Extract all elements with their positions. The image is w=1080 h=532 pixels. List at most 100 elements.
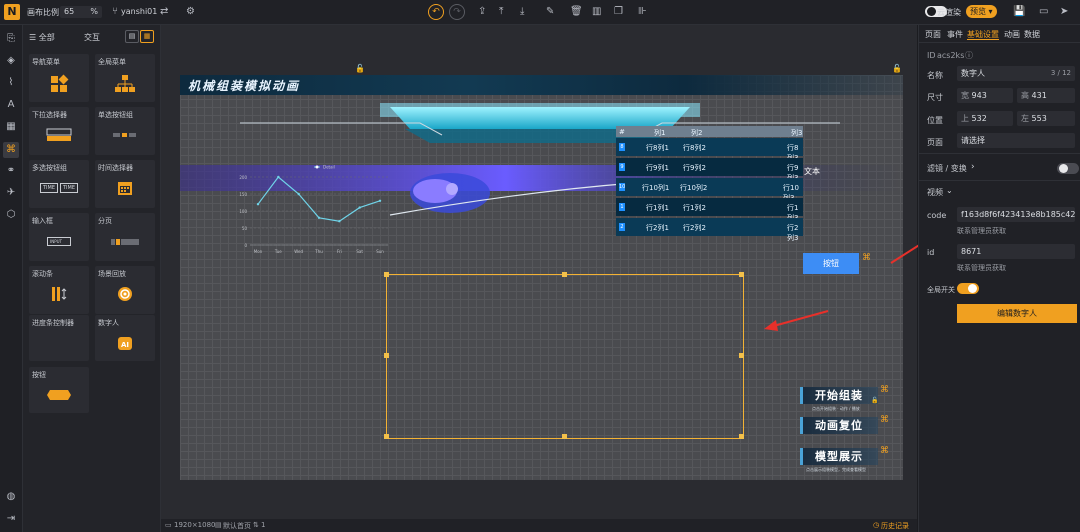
- table-row[interactable]: 1 行1列1 行1列2 行1列3: [616, 198, 803, 222]
- user-name[interactable]: yanshi01: [121, 7, 157, 16]
- code-input[interactable]: f163d8f6f423413e8b185c42: [957, 207, 1075, 222]
- brush-icon[interactable]: ✎: [546, 6, 554, 17]
- filter-all-tab[interactable]: ☰ 全部: [29, 32, 55, 43]
- top-input[interactable]: 上 532: [957, 111, 1013, 126]
- trash-icon[interactable]: ▥: [592, 6, 601, 17]
- rail-pages-icon[interactable]: ⎘: [5, 33, 17, 45]
- resize-handle[interactable]: [562, 434, 567, 439]
- tab-page[interactable]: 页面: [925, 29, 941, 40]
- width-input[interactable]: 宽 943: [957, 88, 1013, 103]
- table-row[interactable]: 8 行8列1 行8列2 行8列3: [616, 138, 803, 162]
- component-radio-group[interactable]: 单选按钮组: [95, 107, 155, 155]
- lock-icon[interactable]: 🔓: [892, 64, 902, 73]
- rail-layers-icon[interactable]: ◈: [5, 55, 17, 67]
- tab-interact[interactable]: 交互: [84, 32, 100, 43]
- data-point: [317, 216, 321, 219]
- upload-icon[interactable]: ⇪: [478, 6, 486, 17]
- line-chart[interactable]: 0 50 100 150 200 Mon Tue Wed Thu Fri Sat Sun Detail: [228, 163, 398, 263]
- component-global-menu[interactable]: 全局菜单: [95, 54, 155, 102]
- monitor-icon[interactable]: ▭: [1039, 6, 1048, 17]
- video-id-hint: 联系管理员获取: [957, 264, 1006, 272]
- component-digital-human[interactable]: 数字人 AI: [95, 315, 155, 361]
- header-col2: 列2: [691, 129, 703, 137]
- align-top-icon[interactable]: ⤒: [499, 6, 503, 17]
- filter-toggle[interactable]: [1057, 163, 1079, 174]
- rail-cube-icon[interactable]: ⬡: [5, 209, 17, 221]
- resize-handle[interactable]: [384, 272, 389, 277]
- component-input[interactable]: 输入框 INPUT: [29, 213, 89, 261]
- name-input[interactable]: 数字人 3 / 12: [957, 66, 1075, 81]
- page-select[interactable]: 请选择: [957, 133, 1075, 148]
- rail-plane-icon[interactable]: ✈: [5, 187, 17, 199]
- resize-handle[interactable]: [739, 434, 744, 439]
- copy-icon[interactable]: ❐: [614, 6, 623, 17]
- global-switch-toggle[interactable]: [957, 283, 979, 294]
- data-table[interactable]: # 列1 列2 列3 8 行8列1 行8列2 行8列3 9 行9列1 行9列2 …: [616, 126, 803, 242]
- rail-interact-icon[interactable]: ⌘: [3, 142, 19, 158]
- chevron-down-icon[interactable]: ⌄: [946, 186, 953, 195]
- component-pagination[interactable]: 分页: [95, 213, 155, 261]
- send-icon[interactable]: ➤: [1060, 6, 1068, 17]
- page-name[interactable]: 默认首页: [223, 521, 251, 531]
- swap-icon[interactable]: ⇄: [160, 6, 168, 17]
- component-checkbox-group[interactable]: 多选按钮组 TIME TIME: [29, 160, 89, 208]
- start-assembly-button[interactable]: 开始组装: [800, 387, 878, 404]
- edit-digital-human-button[interactable]: 编辑数字人: [957, 304, 1077, 323]
- chevron-right-icon[interactable]: ›: [971, 162, 975, 172]
- component-button[interactable]: 按钮: [29, 367, 89, 413]
- redo-icon[interactable]: ↷: [449, 4, 465, 20]
- component-dropdown[interactable]: 下拉选择器: [29, 107, 89, 155]
- scale-value: 65: [64, 7, 75, 16]
- component-nav-menu[interactable]: 导航菜单: [29, 54, 89, 102]
- resize-handle[interactable]: [384, 353, 389, 358]
- scale-input[interactable]: 65 %: [60, 6, 102, 18]
- layers-align-icon[interactable]: ⊪: [638, 6, 647, 17]
- resize-handle[interactable]: [739, 353, 744, 358]
- height-input[interactable]: 高 431: [1017, 88, 1075, 103]
- rail-collapse-icon[interactable]: ⇥: [5, 513, 17, 525]
- grid-view-icon[interactable]: ▦: [140, 30, 154, 43]
- download-icon[interactable]: ⤓: [520, 6, 524, 17]
- resize-handle[interactable]: [562, 272, 567, 277]
- start-assembly-subtitle: 点击开始组装 · 动作 / 播放: [812, 406, 860, 411]
- help-icon[interactable]: ⓘ: [965, 50, 973, 61]
- video-id-input[interactable]: 8671: [957, 244, 1075, 259]
- nav-menu-icon: [29, 74, 89, 96]
- rail-table-icon[interactable]: ▦: [5, 121, 17, 133]
- text-widget[interactable]: 文本: [804, 166, 820, 177]
- preview-button[interactable]: 预览 ▾: [966, 5, 997, 18]
- rail-chart-icon[interactable]: ⌇: [5, 77, 17, 89]
- resize-handle[interactable]: [739, 272, 744, 277]
- left-prefix: 左: [1021, 114, 1029, 123]
- delete-icon[interactable]: 🗑: [570, 6, 583, 17]
- tab-animation[interactable]: 动画: [1004, 29, 1020, 40]
- rail-help-icon[interactable]: ◍: [5, 491, 17, 503]
- video-section-label[interactable]: 视频: [927, 187, 943, 198]
- resize-handle[interactable]: [384, 434, 389, 439]
- component-progress-controller[interactable]: 进度条控制器: [29, 315, 89, 361]
- component-scene-replay[interactable]: 场景回放: [95, 266, 155, 314]
- lock-icon[interactable]: 🔓: [355, 64, 365, 73]
- data-point: [256, 203, 260, 206]
- list-view-icon[interactable]: ▤: [125, 30, 139, 43]
- settings-gear-icon[interactable]: ⚙: [186, 6, 195, 17]
- table-row[interactable]: 10 行10列1 行10列2 行10列3: [616, 178, 803, 202]
- history-link[interactable]: 历史记录: [881, 521, 909, 531]
- reset-animation-button[interactable]: 动画复位: [800, 417, 878, 434]
- undo-icon[interactable]: ↶: [428, 4, 444, 20]
- selection-frame-digital-human[interactable]: [386, 274, 744, 439]
- y-tick-label: 0: [244, 243, 247, 248]
- tab-data[interactable]: 数据: [1024, 29, 1040, 40]
- filter-transform-label[interactable]: 滤镜 / 变换: [927, 163, 967, 174]
- component-scrollbar[interactable]: 滚动条: [29, 266, 89, 314]
- left-input[interactable]: 左 553: [1017, 111, 1075, 126]
- lock-icon[interactable]: 🔓: [871, 397, 878, 404]
- data-point: [277, 175, 280, 179]
- component-time-picker[interactable]: 时间选择器: [95, 160, 155, 208]
- model-display-button[interactable]: 模型展示: [800, 448, 878, 465]
- save-icon[interactable]: 💾: [1013, 6, 1025, 17]
- rail-text-icon[interactable]: A: [5, 99, 17, 111]
- tab-event[interactable]: 事件: [947, 29, 963, 40]
- table-row[interactable]: 9 行9列1 行9列2 行9列3: [616, 158, 803, 182]
- rail-group-icon[interactable]: ⚭: [5, 165, 17, 177]
